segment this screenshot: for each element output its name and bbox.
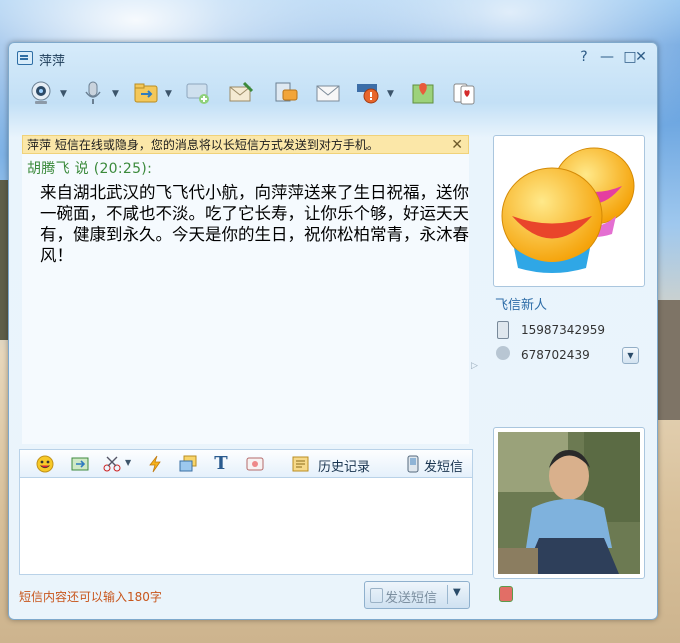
close-button[interactable]: ✕ xyxy=(632,48,650,66)
message-input[interactable] xyxy=(19,477,473,575)
screenshot-icon[interactable] xyxy=(71,455,89,473)
playing-cards-icon xyxy=(451,80,477,106)
history-icon[interactable] xyxy=(292,455,310,473)
contact-avatar[interactable] xyxy=(493,135,645,287)
composer-toolbar: ▼ T 历史记录 发短信 xyxy=(19,449,473,478)
contact-name[interactable]: 飞信新人 xyxy=(495,294,547,313)
font-icon[interactable]: T xyxy=(212,455,230,473)
history-button[interactable]: 历史记录 xyxy=(318,456,370,475)
video-button[interactable]: ▼ xyxy=(24,77,67,111)
chevron-down-icon[interactable]: ▼ xyxy=(165,89,172,99)
send-sms-icon xyxy=(370,588,383,603)
sms-button[interactable]: 发短信 xyxy=(424,456,463,475)
message-board-button[interactable] xyxy=(269,77,303,111)
envelope-pen-icon xyxy=(228,80,254,106)
chevron-down-icon[interactable]: ▼ xyxy=(60,89,67,99)
send-sms-button[interactable]: 发送短信 ▼ xyxy=(364,581,470,609)
window-title: 萍萍 xyxy=(39,54,66,69)
mail-button[interactable] xyxy=(311,77,345,111)
message-header: 胡腾飞 说 (20:25): xyxy=(27,161,153,177)
fetion-mascot-icon xyxy=(501,147,635,273)
add-to-group-button[interactable] xyxy=(181,77,215,111)
message-board-icon xyxy=(273,80,299,106)
chevron-down-icon[interactable]: ▼ xyxy=(112,89,119,99)
folder-arrow-icon xyxy=(133,80,159,106)
fetion-app-icon xyxy=(17,51,33,65)
window-icon[interactable] xyxy=(179,455,197,473)
lightning-icon[interactable] xyxy=(146,455,164,473)
send-divider xyxy=(447,585,448,604)
voice-button[interactable]: ▼ xyxy=(76,77,119,111)
chevron-down-icon[interactable]: ▼ xyxy=(453,587,461,598)
sms-char-counter: 短信内容还可以输入180字 xyxy=(19,590,162,604)
status-icon[interactable] xyxy=(499,586,513,602)
desktop-rock-right xyxy=(656,300,680,420)
sms-phone-icon[interactable] xyxy=(404,455,422,473)
send-sms-label: 发送短信 xyxy=(385,591,438,606)
expand-info-button[interactable]: ▼ xyxy=(622,347,639,364)
send-file-button[interactable]: ▼ xyxy=(129,77,172,111)
sms-notice-banner: 萍萍 短信在线或隐身，您的消息将以长短信方式发送到对方手机。 ✕ xyxy=(22,135,469,154)
mail-icon xyxy=(315,80,341,106)
chat-window: 萍萍 ? — □ ✕ ▼ ▼ ▼ ▼ 萍萍 短信在线或隐身，您的消息将以长短信方… xyxy=(8,42,658,620)
user-photo-icon xyxy=(498,432,640,574)
map-pin-icon xyxy=(410,80,436,106)
chevron-down-icon[interactable]: ▼ xyxy=(125,458,131,467)
webcam-icon xyxy=(28,80,54,106)
mobile-phone-icon xyxy=(497,321,509,339)
chat-add-icon xyxy=(185,80,211,106)
smiley-icon[interactable] xyxy=(36,455,54,473)
message-body: 来自湖北武汉的飞飞代小航，向萍萍送来了生日祝福，送你一碗面，不咸也不淡。吃了它长… xyxy=(40,183,469,265)
cards-button[interactable] xyxy=(447,77,481,111)
contact-panel: 飞信新人 15987342959 678702439 ▼ xyxy=(479,131,651,619)
send-email-button[interactable] xyxy=(224,77,258,111)
map-button[interactable] xyxy=(406,77,440,111)
contact-fetion-id: 678702439 xyxy=(521,348,590,362)
message-history[interactable]: 胡腾飞 说 (20:25): 来自湖北武汉的飞飞代小航，向萍萍送来了生日祝福，送… xyxy=(22,154,469,444)
panel-toggle-icon[interactable]: ▷ xyxy=(471,361,478,371)
minimize-button[interactable]: — xyxy=(597,48,617,66)
title-bar[interactable]: 萍萍 ? — □ ✕ xyxy=(9,43,657,71)
microphone-icon xyxy=(80,80,106,106)
own-photo[interactable] xyxy=(493,427,645,579)
chevron-down-icon[interactable]: ▼ xyxy=(387,89,394,99)
fetion-id-icon xyxy=(496,346,510,360)
warning-icon xyxy=(355,80,381,106)
notice-text: 萍萍 短信在线或隐身，您的消息将以长短信方式发送到对方手机。 xyxy=(27,138,379,152)
contact-phone: 15987342959 xyxy=(521,323,605,337)
scissors-icon[interactable] xyxy=(103,455,121,473)
help-button[interactable]: ? xyxy=(574,48,594,66)
toolbar: ▼ ▼ ▼ ▼ xyxy=(9,75,657,113)
report-button[interactable]: ▼ xyxy=(351,77,394,111)
magic-icon[interactable] xyxy=(246,455,264,473)
notice-close-icon[interactable]: ✕ xyxy=(451,136,463,153)
